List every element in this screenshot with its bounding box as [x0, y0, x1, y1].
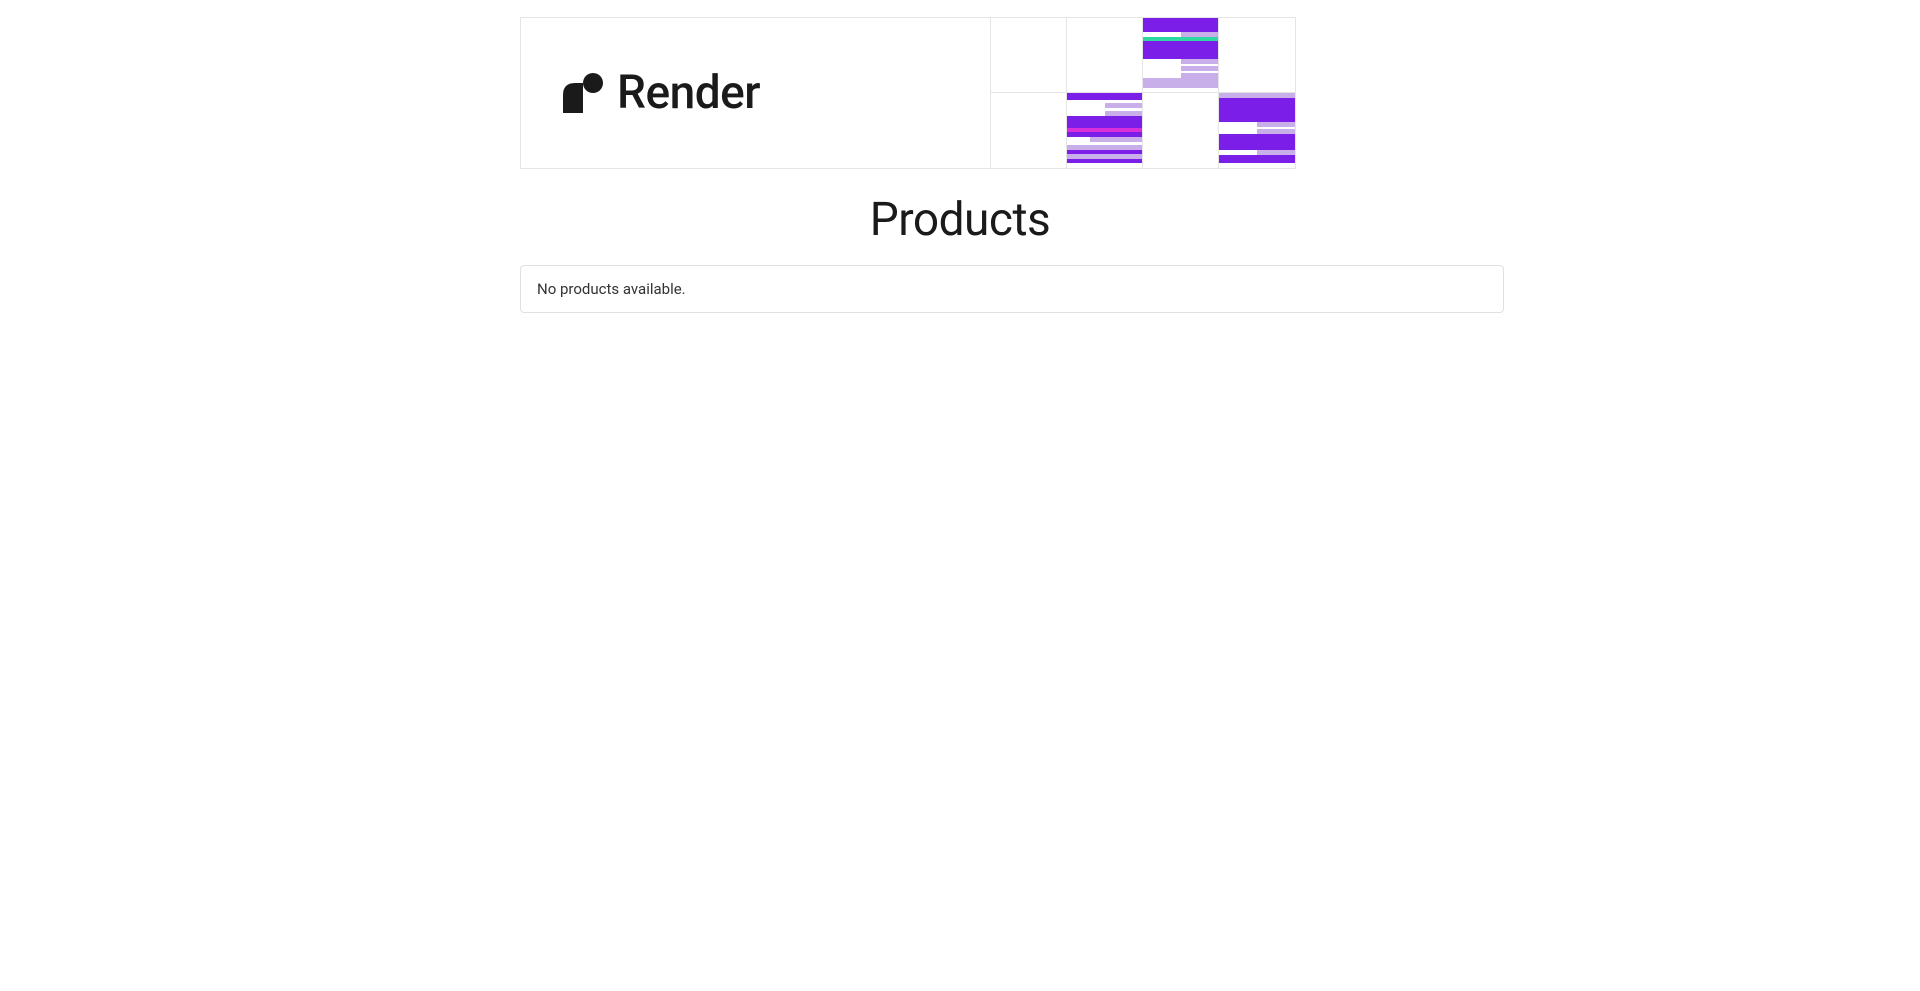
brand-logo: Render [563, 66, 760, 120]
banner-logo-area: Render [521, 18, 991, 168]
decorative-bars-icon [1143, 18, 1218, 92]
banner-decorative-grid [991, 18, 1295, 168]
decorative-bars-icon [1067, 93, 1142, 168]
page-title: Products [0, 193, 1920, 247]
empty-state-message: No products available. [520, 265, 1504, 313]
header-banner: Render [520, 17, 1296, 169]
decorative-bars-icon [1219, 93, 1295, 168]
render-logo-icon [563, 73, 603, 113]
brand-name: Render [617, 66, 760, 120]
